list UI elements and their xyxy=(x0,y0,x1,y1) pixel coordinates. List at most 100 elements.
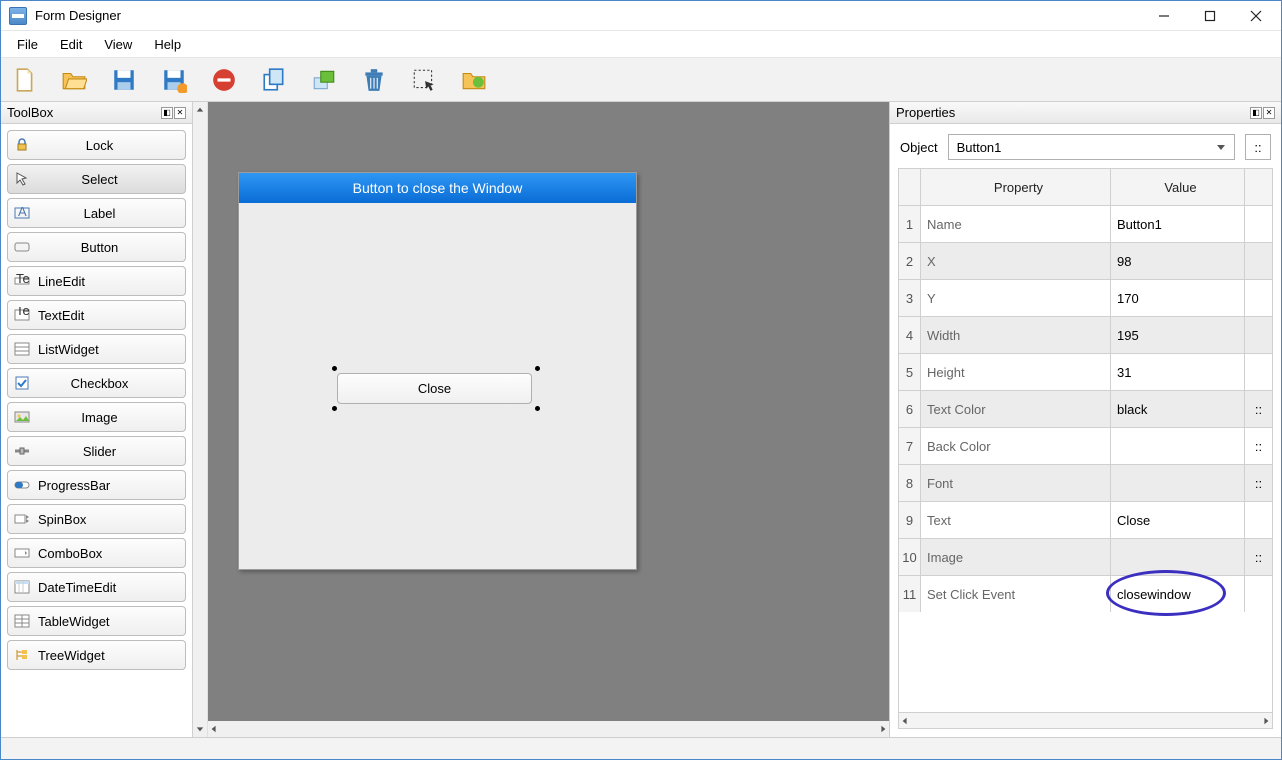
grid-horizontal-scrollbar[interactable] xyxy=(898,713,1273,729)
toolbox-item-button[interactable]: Button xyxy=(7,232,186,262)
property-row-x[interactable]: 2X98 xyxy=(899,242,1272,279)
property-value[interactable]: Close xyxy=(1111,502,1244,538)
center-vertical-scrollbar[interactable] xyxy=(193,102,208,737)
row-number: 5 xyxy=(899,354,921,390)
close-button[interactable] xyxy=(1233,1,1279,30)
minimize-button[interactable] xyxy=(1141,1,1187,30)
toolbox-item-datetimeedit[interactable]: DateTimeEdit xyxy=(7,572,186,602)
header-value: Value xyxy=(1111,169,1244,205)
design-canvas[interactable]: Button to close the Window Close xyxy=(208,102,889,721)
save-icon[interactable] xyxy=(109,65,139,95)
image-icon xyxy=(8,409,36,425)
resize-handle-se[interactable] xyxy=(535,406,540,411)
select-all-icon[interactable] xyxy=(409,65,439,95)
toolbox-item-lock[interactable]: Lock xyxy=(7,130,186,160)
toolbox-item-progressbar[interactable]: ProgressBar xyxy=(7,470,186,500)
combobox-icon xyxy=(8,545,36,561)
window-title: Form Designer xyxy=(33,8,1141,23)
row-number: 4 xyxy=(899,317,921,353)
toolbox-item-checkbox[interactable]: Checkbox xyxy=(7,368,186,398)
property-value[interactable]: 195 xyxy=(1111,317,1244,353)
toolbox-item-spinbox[interactable]: SpinBox xyxy=(7,504,186,534)
property-more-button xyxy=(1244,576,1272,612)
treewidget-icon xyxy=(8,647,36,663)
toolbox-item-label: Checkbox xyxy=(36,376,185,391)
property-value[interactable]: closewindow xyxy=(1111,576,1244,612)
window-controls xyxy=(1141,1,1279,30)
open-folder-icon[interactable] xyxy=(59,65,89,95)
property-value[interactable] xyxy=(1111,539,1244,575)
property-value[interactable]: Button1 xyxy=(1111,206,1244,242)
property-row-text-color[interactable]: 6Text Colorblack:: xyxy=(899,390,1272,427)
toolbox-item-label[interactable]: ALabel xyxy=(7,198,186,228)
object-more-button[interactable]: :: xyxy=(1245,134,1271,160)
maximize-button[interactable] xyxy=(1187,1,1233,30)
property-row-image[interactable]: 10Image:: xyxy=(899,538,1272,575)
property-row-font[interactable]: 8Font:: xyxy=(899,464,1272,501)
toolbox-float-button[interactable]: ◧ xyxy=(161,107,173,119)
titlebar: Form Designer xyxy=(1,1,1281,31)
row-number: 9 xyxy=(899,502,921,538)
resize-handle-nw[interactable] xyxy=(332,366,337,371)
toolbox-item-label: Select xyxy=(36,172,185,187)
toolbox-item-slider[interactable]: Slider xyxy=(7,436,186,466)
property-row-text[interactable]: 9TextClose xyxy=(899,501,1272,538)
delete-icon[interactable] xyxy=(359,65,389,95)
property-row-width[interactable]: 4Width195 xyxy=(899,316,1272,353)
property-row-back-color[interactable]: 7Back Color:: xyxy=(899,427,1272,464)
toolbox-item-combobox[interactable]: ComboBox xyxy=(7,538,186,568)
listwidget-icon xyxy=(8,341,36,357)
duplicate-icon[interactable] xyxy=(259,65,289,95)
toolbox-item-label: Image xyxy=(36,410,185,425)
bring-front-icon[interactable] xyxy=(309,65,339,95)
property-row-y[interactable]: 3Y170 xyxy=(899,279,1272,316)
toolbox-item-label: ListWidget xyxy=(36,342,185,357)
property-name: X xyxy=(921,243,1111,279)
properties-panel: Properties ◧ ✕ Object Button1 :: Propert… xyxy=(889,102,1281,737)
menu-help[interactable]: Help xyxy=(144,33,191,56)
property-more-button[interactable]: :: xyxy=(1244,391,1272,427)
source-icon[interactable] xyxy=(459,65,489,95)
toolbox-close-button[interactable]: ✕ xyxy=(174,107,186,119)
new-file-icon[interactable] xyxy=(9,65,39,95)
app-window: Form Designer File Edit View Help ToolBo… xyxy=(0,0,1282,760)
menu-file[interactable]: File xyxy=(7,33,48,56)
property-value[interactable]: 170 xyxy=(1111,280,1244,316)
property-more-button[interactable]: :: xyxy=(1244,465,1272,501)
toolbox-item-label: Slider xyxy=(36,444,185,459)
stop-icon[interactable] xyxy=(209,65,239,95)
resize-handle-ne[interactable] xyxy=(535,366,540,371)
menu-view[interactable]: View xyxy=(94,33,142,56)
toolbox-item-treewidget[interactable]: TreeWidget xyxy=(7,640,186,670)
toolbox-item-image[interactable]: Image xyxy=(7,402,186,432)
property-row-height[interactable]: 5Height31 xyxy=(899,353,1272,390)
properties-float-button[interactable]: ◧ xyxy=(1250,107,1262,119)
property-row-name[interactable]: 1NameButton1 xyxy=(899,205,1272,242)
toolbox-item-tablewidget[interactable]: TableWidget xyxy=(7,606,186,636)
checkbox-icon xyxy=(8,375,36,391)
property-row-set-click-event[interactable]: 11Set Click Eventclosewindow xyxy=(899,575,1272,612)
toolbox-item-textedit[interactable]: TextTextEdit xyxy=(7,300,186,330)
menu-edit[interactable]: Edit xyxy=(50,33,92,56)
property-more-button[interactable]: :: xyxy=(1244,428,1272,464)
resize-handle-sw[interactable] xyxy=(332,406,337,411)
design-window[interactable]: Button to close the Window Close xyxy=(238,172,637,570)
property-more-button[interactable]: :: xyxy=(1244,539,1272,575)
property-value[interactable]: 31 xyxy=(1111,354,1244,390)
property-value[interactable] xyxy=(1111,428,1244,464)
toolbox-item-lineedit[interactable]: TextLineEdit xyxy=(7,266,186,296)
design-close-button[interactable]: Close xyxy=(337,373,532,404)
save-as-icon[interactable] xyxy=(159,65,189,95)
center-horizontal-scrollbar[interactable] xyxy=(208,721,889,737)
toolbox-item-listwidget[interactable]: ListWidget xyxy=(7,334,186,364)
object-selected: Button1 xyxy=(957,140,1002,155)
toolbox-item-select[interactable]: Select xyxy=(7,164,186,194)
properties-close-button[interactable]: ✕ xyxy=(1263,107,1275,119)
property-value[interactable] xyxy=(1111,465,1244,501)
property-more-button xyxy=(1244,280,1272,316)
property-value[interactable]: 98 xyxy=(1111,243,1244,279)
object-select[interactable]: Button1 xyxy=(948,134,1235,160)
design-window-body[interactable]: Close xyxy=(239,203,636,569)
chevron-down-icon xyxy=(1216,142,1226,152)
property-value[interactable]: black xyxy=(1111,391,1244,427)
